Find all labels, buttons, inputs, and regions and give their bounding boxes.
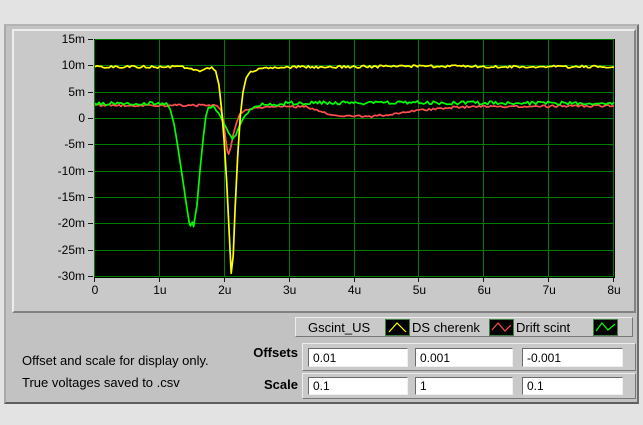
scale-input-gscint-us[interactable]	[308, 377, 408, 395]
y-tick-label: -10m	[57, 163, 85, 178]
scale-row	[302, 373, 636, 399]
y-tick-label: -30m	[57, 269, 85, 283]
display-note-line1: Offset and scale for display only.	[22, 353, 209, 368]
offset-input-ds-cherenk[interactable]	[415, 348, 513, 367]
y-axis-labels: 15m 10m 5m 0 -5m -10m -15m -20m -25m -30m	[14, 32, 87, 283]
y-tick-label: 10m	[61, 58, 85, 73]
x-tick-label: 0	[91, 283, 99, 297]
offsets-label: Offsets	[253, 345, 298, 360]
x-tick-mark	[354, 278, 355, 282]
x-tick-label: 3u	[282, 283, 297, 297]
x-tick-label: 8u	[607, 283, 621, 297]
x-tick-mark	[289, 278, 290, 282]
front-panel-window: 15m 10m 5m 0 -5m -10m -15m -20m -25m -30m 0 1u 2u 3u…	[4, 24, 639, 404]
y-tick-label: 0	[78, 111, 85, 125]
legend-label-gscint-us: Gscint_US	[308, 319, 371, 335]
y-tick-mark	[88, 171, 93, 172]
x-tick-label: 4u	[347, 283, 362, 297]
y-tick-mark	[88, 276, 93, 277]
legend-item-gscint-us[interactable]: Gscint_US	[308, 318, 412, 336]
legend-label-drift-scint: Drift scint	[516, 319, 571, 335]
x-axis-labels: 0 1u 2u 3u 4u 5u 6u 7u 8u	[92, 283, 621, 298]
x-tick-mark	[613, 278, 614, 282]
waveform-glyph-icon[interactable]	[385, 318, 410, 336]
legend-item-drift-scint[interactable]: Drift scint	[516, 318, 620, 336]
waveform-graph: 15m 10m 5m 0 -5m -10m -15m -20m -25m -30m 0 1u 2u 3u…	[12, 29, 636, 313]
y-tick-mark	[88, 118, 93, 119]
x-tick-label: 7u	[542, 283, 556, 297]
scale-input-ds-cherenk[interactable]	[415, 377, 513, 395]
y-tick-mark	[88, 65, 93, 66]
plot-canvas	[94, 39, 615, 277]
x-tick-label: 2u	[218, 283, 232, 297]
x-tick-mark	[224, 278, 225, 282]
waveform-glyph-icon[interactable]	[489, 318, 514, 336]
legend-label-ds-cherenk: DS cherenk	[412, 319, 480, 335]
display-note: Offset and scale for display only. True …	[22, 350, 209, 394]
offsets-row	[302, 343, 636, 371]
y-tick-label: 5m	[68, 84, 85, 99]
y-tick-mark	[88, 250, 93, 251]
y-tick-label: -5m	[64, 137, 85, 152]
y-tick-label: -20m	[57, 216, 85, 231]
x-tick-mark	[548, 278, 549, 282]
x-tick-mark	[418, 278, 419, 282]
y-tick-mark	[88, 144, 93, 145]
y-tick-label: -25m	[57, 242, 85, 257]
legend-item-ds-cherenk[interactable]: DS cherenk	[412, 318, 516, 336]
offset-input-gscint-us[interactable]	[308, 348, 408, 367]
x-tick-label: 6u	[477, 283, 491, 297]
display-note-line2: True voltages saved to .csv	[22, 375, 180, 390]
waveform-glyph-icon[interactable]	[593, 318, 618, 336]
scale-input-drift-scint[interactable]	[522, 377, 623, 395]
y-tick-label: 15m	[61, 32, 85, 46]
plot-area	[94, 39, 615, 278]
y-tick-mark	[88, 92, 93, 93]
screen: 15m 10m 5m 0 -5m -10m -15m -20m -25m -30m 0 1u 2u 3u…	[0, 0, 643, 425]
plot-legend: Gscint_US DS cherenk Drift scint	[295, 317, 633, 337]
y-tick-label: -15m	[57, 190, 85, 204]
y-tick-mark	[88, 223, 93, 224]
y-tick-mark	[88, 39, 93, 40]
x-tick-mark	[159, 278, 160, 282]
y-tick-mark	[88, 197, 93, 198]
x-tick-mark	[94, 278, 95, 282]
x-tick-label: 1u	[153, 283, 167, 297]
offset-input-drift-scint[interactable]	[522, 348, 623, 367]
scale-label: Scale	[264, 377, 298, 392]
x-tick-label: 5u	[412, 283, 427, 297]
x-tick-mark	[483, 278, 484, 282]
